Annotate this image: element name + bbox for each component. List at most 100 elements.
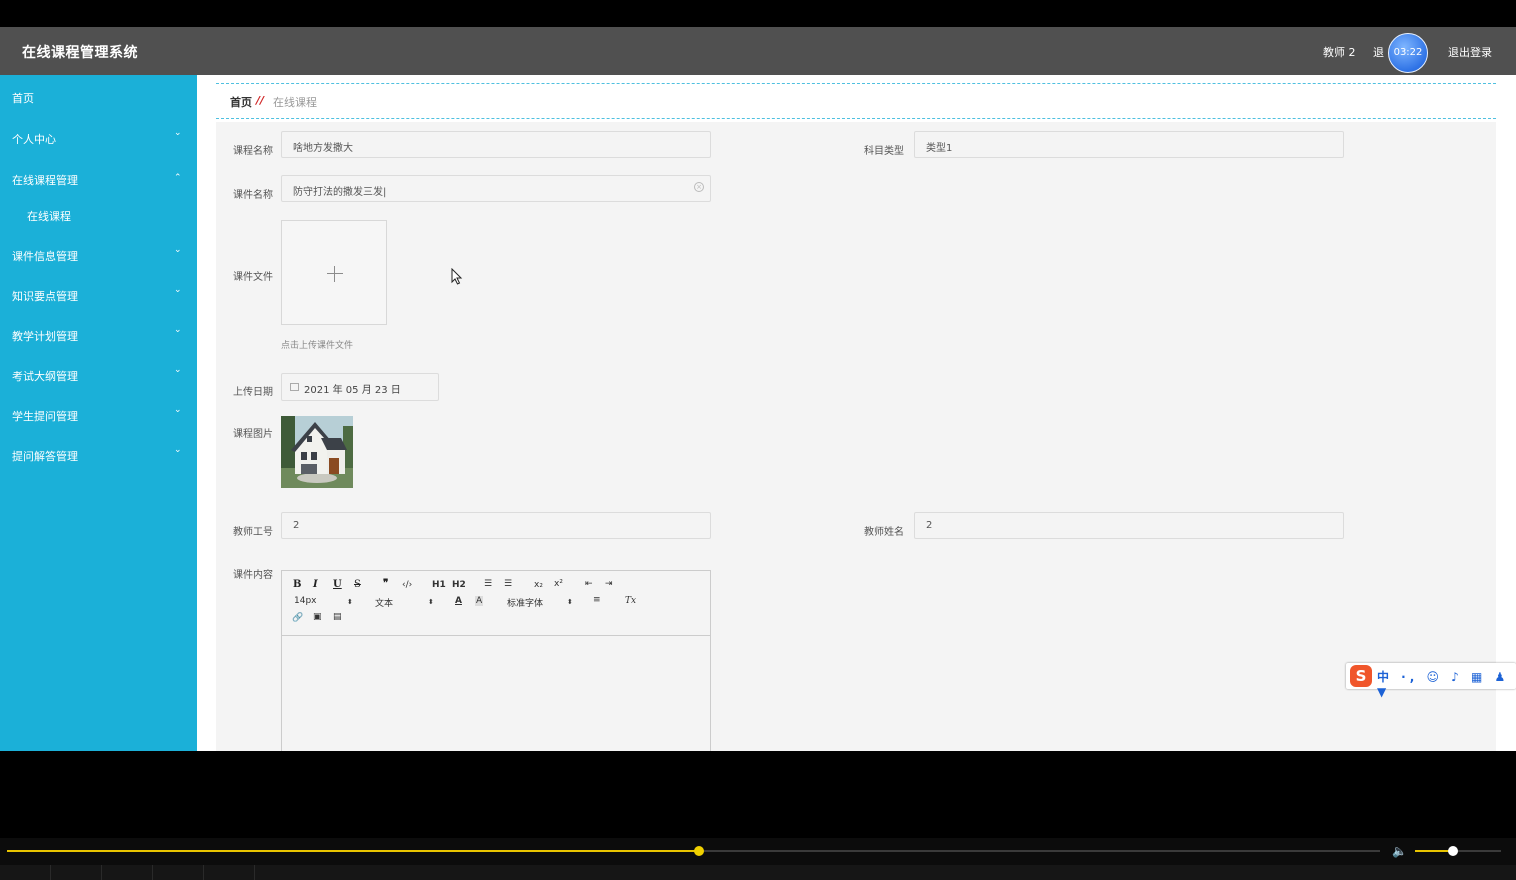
plus-icon	[327, 273, 343, 274]
player-button[interactable]	[204, 865, 255, 880]
top-header: 在线课程管理系统 教师 2 退 03:22 退出登录	[0, 27, 1516, 75]
video-button[interactable]: ▤	[333, 612, 342, 622]
app-window: 在线课程管理系统 教师 2 退 03:22 退出登录 首页 个人中心 ⌄ 在线课…	[0, 27, 1516, 751]
chevron-down-icon: ⌄	[174, 365, 182, 375]
code-block-button[interactable]: ‹/›	[402, 580, 412, 590]
sidebar-item-label: 知识要点管理	[12, 290, 78, 303]
sidebar-item-label: 课件信息管理	[12, 250, 78, 263]
outdent-button[interactable]: ⇤	[585, 579, 593, 589]
blockquote-button[interactable]: ❞	[383, 578, 388, 589]
sidebar-item-label: 教学计划管理	[12, 330, 78, 343]
clear-icon[interactable]: ×	[694, 182, 704, 192]
align-button[interactable]: ≡	[593, 595, 601, 605]
sidebar-item-personal-center[interactable]: 个人中心 ⌄	[0, 128, 197, 148]
seek-handle[interactable]	[693, 846, 704, 856]
sidebar-item-online-course-mgmt[interactable]: 在线课程管理 ⌃	[0, 169, 197, 189]
paragraph-format-select[interactable]: 文本	[375, 596, 393, 609]
breadcrumb-separator: //	[256, 94, 265, 107]
heading-2-button[interactable]: H2	[452, 580, 466, 590]
indent-button[interactable]: ⇥	[605, 579, 613, 589]
background-color-button[interactable]: A	[475, 596, 484, 606]
video-player-controls: 🔈	[0, 838, 1516, 880]
course-form: 课程名称 啥地方发撒大 科目类型 类型1 课件名称 防守打法的撒发三发| × 课…	[216, 122, 1496, 751]
sidebar-item-label: 在线课程管理	[12, 174, 78, 187]
file-upload-button[interactable]	[281, 220, 387, 325]
font-color-button[interactable]: A	[455, 596, 462, 606]
breadcrumb-home[interactable]: 首页	[230, 94, 252, 110]
bullet-list-button[interactable]: ☰	[504, 579, 512, 589]
superscript-button[interactable]: x²	[554, 579, 563, 589]
courseware-name-value: 防守打法的撒发三发|	[293, 187, 387, 198]
font-size-select[interactable]: 14px	[294, 596, 317, 606]
ime-status[interactable]: 中 ·, ☺ ♪ ▦ ♟ ▼	[1377, 668, 1516, 699]
house-image-icon	[281, 416, 353, 488]
link-button[interactable]: 🔗	[292, 613, 303, 623]
ime-toolbar[interactable]: S 中 ·, ☺ ♪ ▦ ♟ ▼	[1346, 663, 1516, 699]
chevron-down-icon: ⌄	[174, 445, 182, 455]
calendar-icon	[290, 383, 299, 391]
sidebar-item-student-question-mgmt[interactable]: 学生提问管理 ⌄	[0, 405, 197, 425]
sidebar-item-home[interactable]: 首页	[0, 87, 197, 107]
player-button[interactable]	[0, 865, 51, 880]
back-link[interactable]: 退	[1373, 44, 1384, 60]
volume-icon[interactable]: 🔈	[1392, 844, 1407, 858]
sidebar-item-label: 考试大纲管理	[12, 370, 78, 383]
app-title: 在线课程管理系统	[22, 45, 138, 61]
chevron-down-icon: ⌄	[174, 325, 182, 335]
italic-button[interactable]: I	[313, 579, 318, 590]
chevron-down-icon: ⌄	[174, 405, 182, 415]
courseware-name-field[interactable]: 防守打法的撒发三发| ×	[281, 175, 711, 202]
courseware-name-label: 课件名称	[233, 190, 273, 201]
main-content: 首页 // 在线课程 课程名称 啥地方发撒大 科目类型 类型1 课件名称 防守打…	[197, 75, 1516, 751]
recording-timer-badge[interactable]: 03:22	[1388, 33, 1428, 73]
sidebar-item-exam-outline-mgmt[interactable]: 考试大纲管理 ⌄	[0, 365, 197, 385]
font-family-caret-icon: ⬍	[567, 598, 573, 606]
font-size-caret-icon: ⬍	[347, 598, 353, 606]
course-name-input[interactable]: 啥地方发撒大	[281, 131, 711, 158]
logout-link[interactable]: 退出登录	[1448, 44, 1492, 60]
player-button[interactable]	[102, 865, 153, 880]
upload-date-label: 上传日期	[233, 387, 273, 398]
upload-date-value: 2021 年 05 月 23 日	[304, 385, 401, 396]
chevron-up-icon: ⌃	[174, 173, 182, 183]
volume-slider[interactable]	[1415, 846, 1501, 856]
editor-toolbar: B I U S ❞ ‹/› H1 H2 ☰ ☰ x₂ x² ⇤ ⇥ 14px ⬍	[282, 571, 710, 636]
heading-1-button[interactable]: H1	[432, 580, 446, 590]
player-button-bar	[0, 865, 1516, 880]
subscript-button[interactable]: x₂	[534, 580, 543, 590]
paragraph-caret-icon: ⬍	[428, 598, 434, 606]
player-button[interactable]	[51, 865, 102, 880]
sidebar-item-answer-mgmt[interactable]: 提问解答管理 ⌄	[0, 445, 197, 465]
bold-button[interactable]: B	[293, 579, 301, 590]
font-family-select[interactable]: 标准字体	[507, 596, 543, 609]
player-button[interactable]	[153, 865, 204, 880]
sidebar-subitem-online-course[interactable]: 在线课程	[0, 205, 197, 225]
sogou-logo-icon: S	[1350, 665, 1372, 687]
course-image-label: 课程图片	[233, 429, 273, 440]
seek-bar[interactable]	[7, 846, 1380, 856]
breadcrumb-current: 在线课程	[273, 96, 317, 109]
sidebar-item-label: 提问解答管理	[12, 450, 78, 463]
course-image-thumbnail[interactable]	[281, 416, 353, 488]
subject-type-label: 科目类型	[864, 146, 904, 157]
teacher-name-input[interactable]: 2	[914, 512, 1344, 539]
ordered-list-button[interactable]: ☰	[484, 579, 492, 589]
volume-handle[interactable]	[1447, 846, 1458, 856]
upload-date-picker[interactable]: 2021 年 05 月 23 日	[281, 373, 439, 401]
sidebar: 首页 个人中心 ⌄ 在线课程管理 ⌃ 在线课程 课件信息管理 ⌄ 知识要点管理 …	[0, 75, 197, 751]
rich-text-editor: B I U S ❞ ‹/› H1 H2 ☰ ☰ x₂ x² ⇤ ⇥ 14px ⬍	[281, 570, 711, 751]
sidebar-item-knowledge-mgmt[interactable]: 知识要点管理 ⌄	[0, 285, 197, 305]
current-user: 教师 2	[1323, 46, 1356, 59]
underline-button[interactable]: U	[333, 579, 342, 590]
subject-type-input[interactable]: 类型1	[914, 131, 1344, 158]
mouse-cursor-icon	[451, 268, 463, 285]
content-label: 课件内容	[233, 570, 273, 581]
chevron-down-icon: ⌄	[174, 285, 182, 295]
plus-icon-vertical	[334, 266, 335, 282]
teacher-id-input[interactable]: 2	[281, 512, 711, 539]
image-button[interactable]: ▣	[313, 612, 322, 622]
sidebar-item-courseware-mgmt[interactable]: 课件信息管理 ⌄	[0, 245, 197, 265]
clear-format-button[interactable]: Tx	[625, 596, 636, 606]
strikethrough-button[interactable]: S	[354, 579, 361, 590]
sidebar-item-teaching-plan-mgmt[interactable]: 教学计划管理 ⌄	[0, 325, 197, 345]
